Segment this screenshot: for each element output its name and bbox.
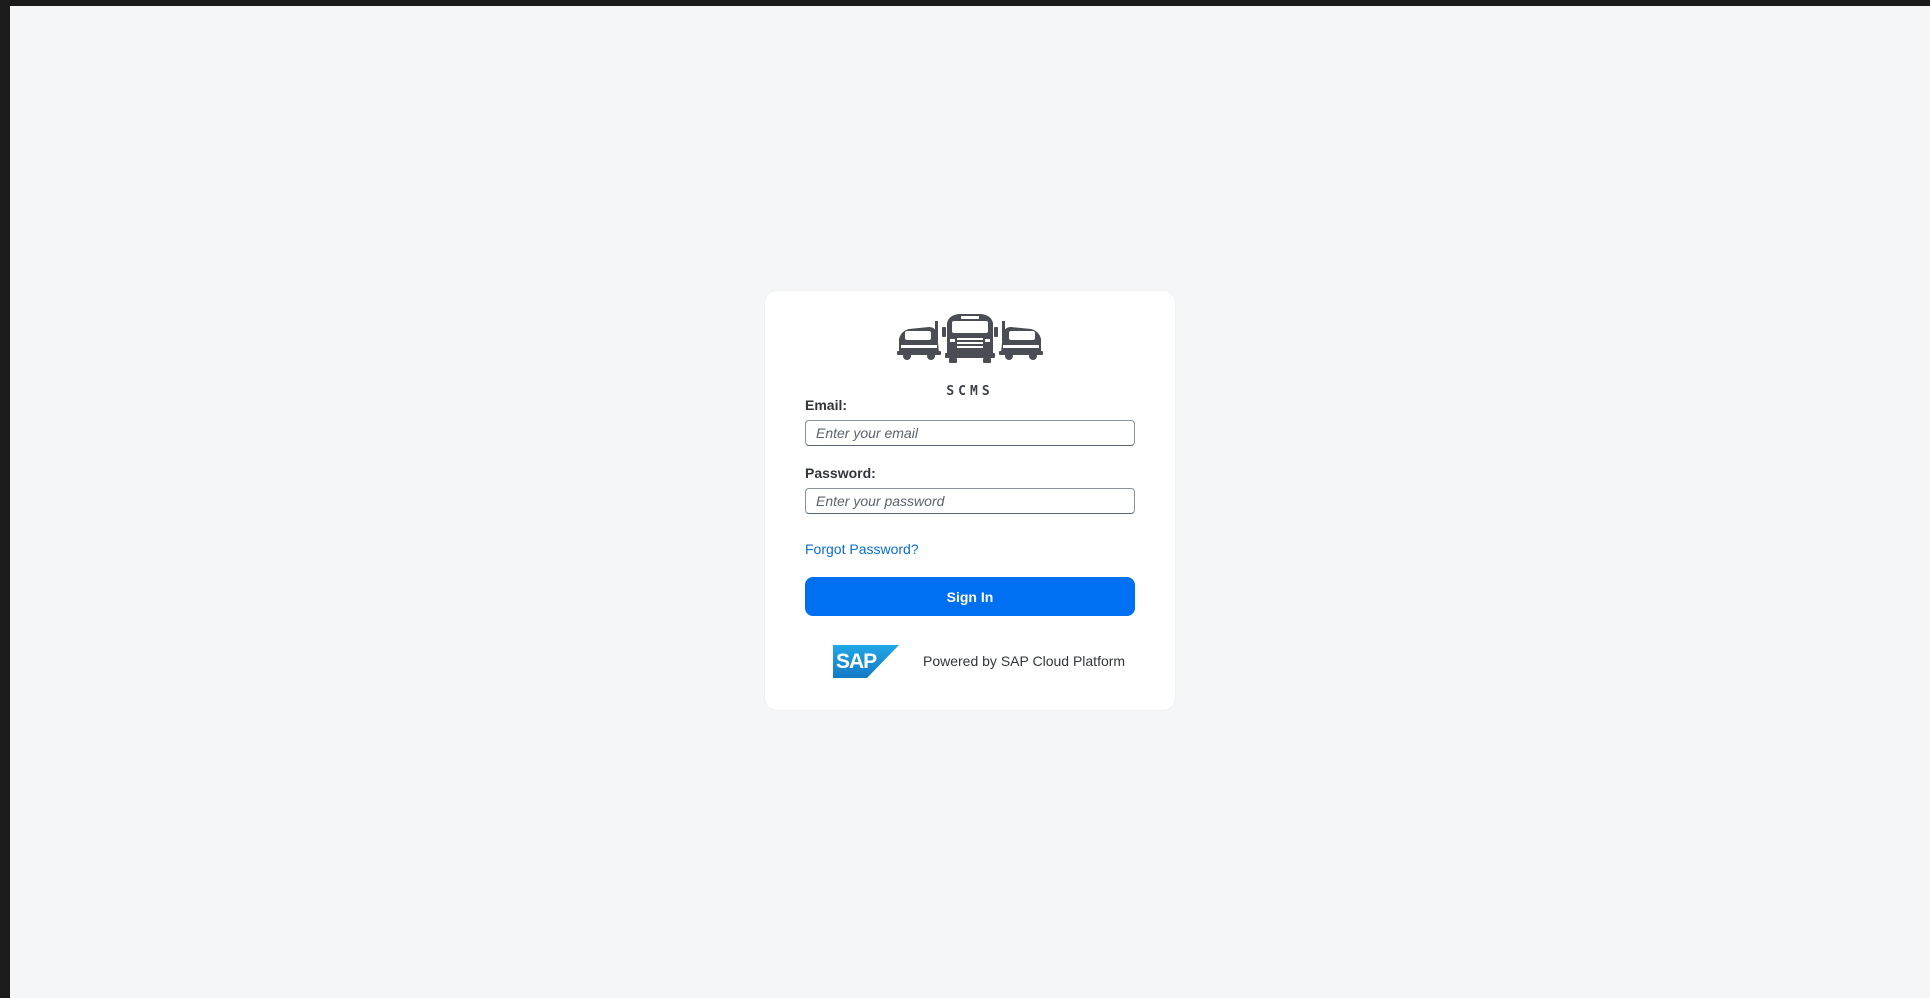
sap-logo-text: SAP [836, 650, 877, 673]
password-label: Password: [805, 465, 876, 481]
brand-logo [765, 313, 1175, 363]
email-input[interactable] [805, 420, 1135, 446]
login-card: SCMS Email: Password: Forgot Password? S… [765, 291, 1175, 710]
sap-logo-icon: SAP [833, 645, 899, 678]
trucks-logo-icon [897, 314, 1043, 363]
email-label: Email: [805, 397, 848, 413]
page-viewport: SCMS Email: Password: Forgot Password? S… [10, 6, 1930, 998]
password-input[interactable] [805, 488, 1135, 514]
sign-in-button[interactable]: Sign In [805, 577, 1135, 616]
forgot-password-link[interactable]: Forgot Password? [805, 541, 919, 557]
powered-by-text: Powered by SAP Cloud Platform [923, 653, 1126, 669]
